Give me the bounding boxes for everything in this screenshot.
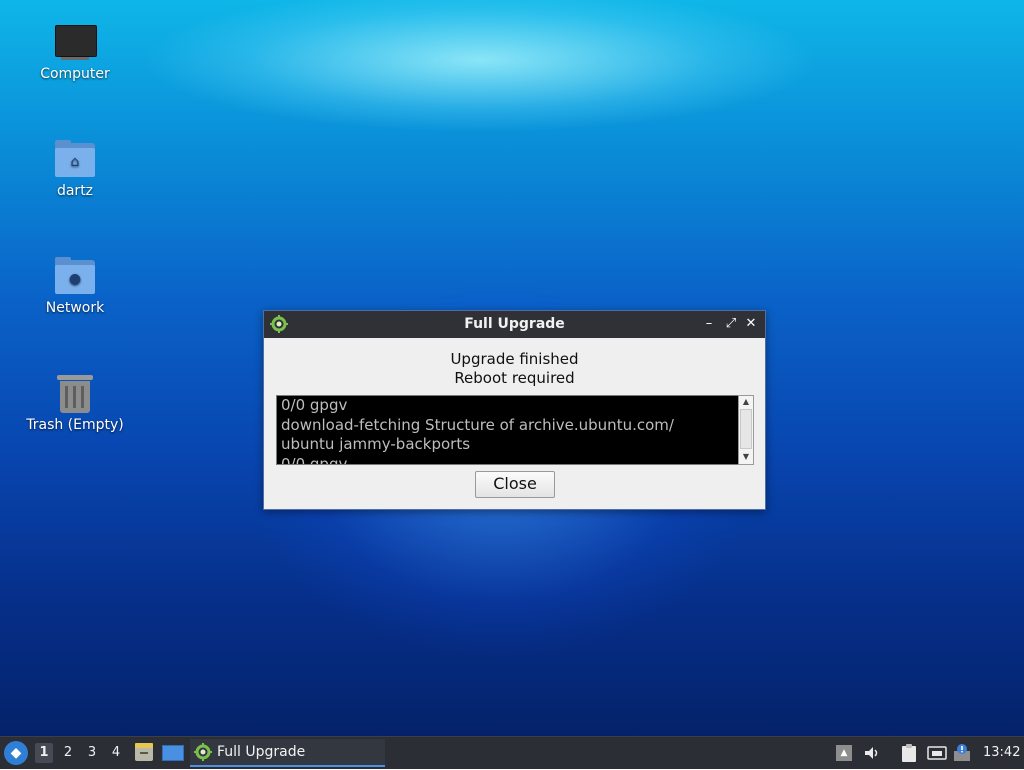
desktop-icon-label: dartz — [56, 183, 94, 199]
scroll-up-icon[interactable]: ▲ — [739, 396, 753, 408]
network-icon[interactable] — [927, 743, 947, 763]
workspace-2[interactable]: 2 — [59, 743, 77, 763]
workspace-4[interactable]: 4 — [107, 743, 125, 763]
maximize-button[interactable]: ⤢ — [722, 315, 740, 333]
update-notifier-icon[interactable] — [953, 743, 971, 763]
reboot-message: Reboot required — [454, 369, 575, 387]
dialog-title: Full Upgrade — [464, 316, 565, 332]
dialog-message: Upgrade finished Reboot required — [264, 350, 765, 388]
network-folder-icon: ● — [53, 256, 97, 296]
desktop-icon-trash[interactable]: Trash (Empty) — [20, 373, 130, 433]
desktop-icon-label: Trash (Empty) — [26, 417, 124, 433]
desktop-icon-home[interactable]: ⌂ dartz — [20, 139, 130, 199]
workspace-1[interactable]: 1 — [35, 743, 53, 763]
close-window-button[interactable]: ✕ — [742, 315, 760, 333]
upgrade-log[interactable]: 0/0 gpgv download-fetching Structure of … — [276, 395, 740, 465]
start-menu-icon[interactable]: ◆ — [4, 741, 28, 765]
tray-expand-icon[interactable]: ▲ — [835, 743, 853, 763]
log-scrollbar[interactable]: ▲ ▼ — [738, 395, 754, 465]
desktop-icon-label: Network — [45, 300, 105, 316]
desktop-icon-computer[interactable]: Computer — [20, 22, 130, 82]
minimize-button[interactable]: – — [700, 315, 718, 333]
desktop-icon-label: Computer — [40, 66, 110, 82]
clock[interactable]: 13:42 — [983, 745, 1020, 760]
trash-icon — [53, 373, 97, 413]
upgrade-log-text: 0/0 gpgv download-fetching Structure of … — [281, 396, 674, 465]
workspace-3[interactable]: 3 — [83, 743, 101, 763]
volume-icon[interactable] — [863, 743, 881, 763]
home-folder-icon: ⌂ — [53, 139, 97, 179]
show-desktop-icon[interactable] — [162, 745, 184, 761]
dialog-titlebar[interactable]: Full Upgrade – ⤢ ✕ — [264, 311, 765, 338]
close-button[interactable]: Close — [475, 471, 555, 498]
full-upgrade-dialog: Full Upgrade – ⤢ ✕ Upgrade finished Rebo… — [263, 310, 766, 510]
desktop-icon-network[interactable]: ● Network — [20, 256, 130, 316]
desktop-background: Computer ⌂ dartz ● Network Trash (Empty) — [0, 0, 1024, 736]
file-manager-icon[interactable] — [134, 742, 154, 762]
computer-icon — [53, 22, 97, 62]
scroll-thumb[interactable] — [740, 409, 752, 449]
taskbar: ◆ 1 2 3 4 Full Upgrade ▲ 13:42 — [0, 736, 1024, 769]
scroll-down-icon[interactable]: ▼ — [739, 451, 753, 463]
gear-icon — [194, 743, 212, 761]
clipboard-icon[interactable] — [900, 743, 918, 763]
status-message: Upgrade finished — [450, 350, 579, 368]
task-label: Full Upgrade — [217, 744, 306, 760]
taskbar-task-full-upgrade[interactable]: Full Upgrade — [190, 739, 385, 767]
